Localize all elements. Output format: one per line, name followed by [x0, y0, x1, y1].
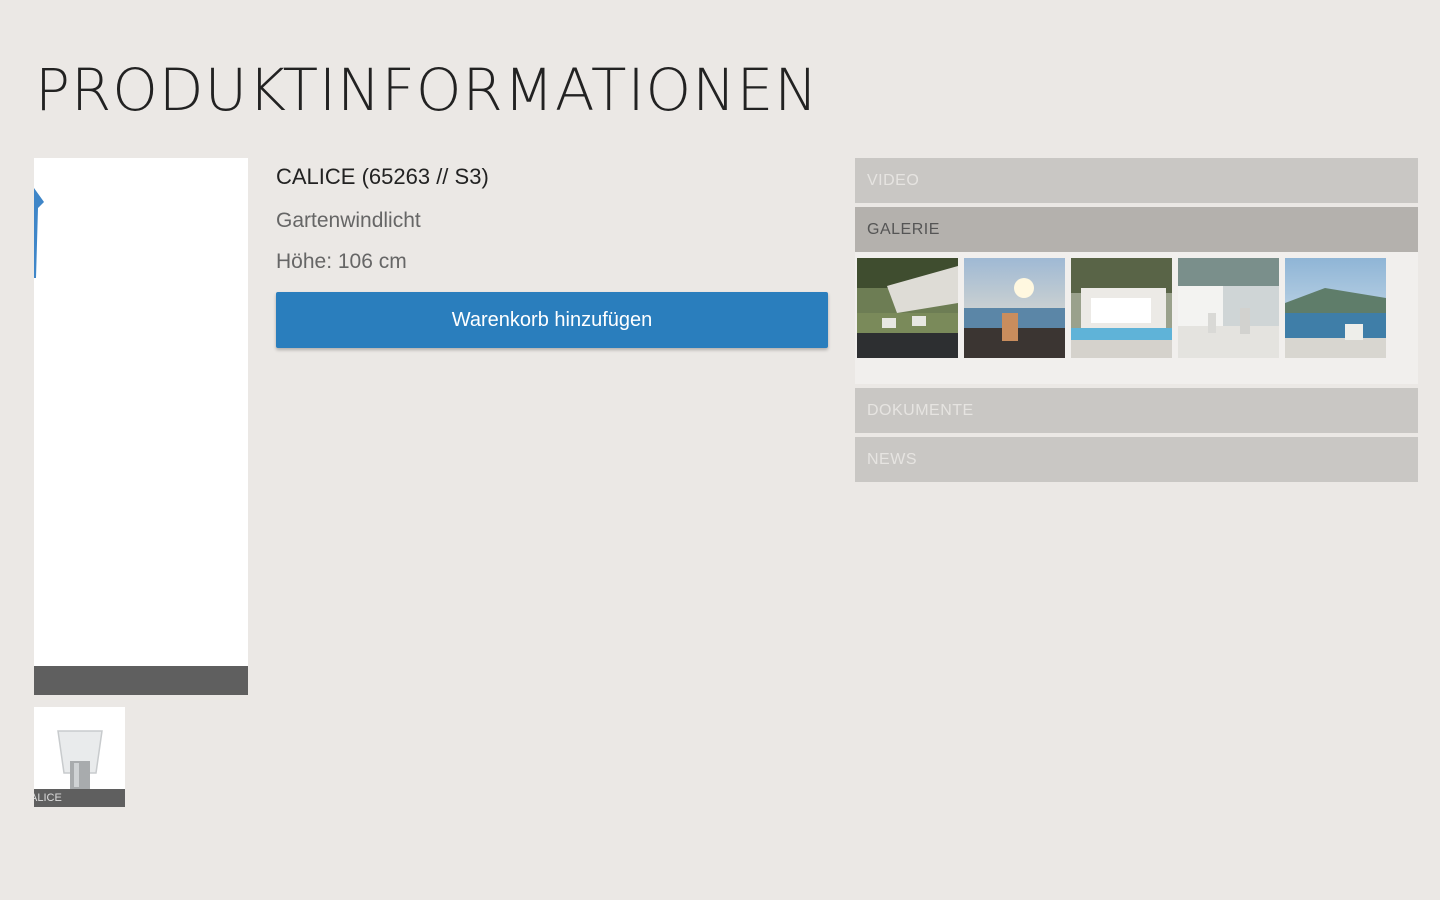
accordion-header-dokumente[interactable]: DOKUMENTE — [855, 388, 1418, 433]
accordion-header-video[interactable]: VIDEO — [855, 158, 1418, 203]
gallery-image-4[interactable] — [1178, 258, 1279, 358]
gallery-image-1-picture — [857, 258, 958, 358]
product-category: Gartenwindlicht — [276, 209, 421, 232]
windlight-icon — [57, 730, 103, 789]
product-image-edge — [34, 188, 44, 278]
gallery-image-3[interactable] — [1071, 258, 1172, 358]
gallery-image-1[interactable] — [857, 258, 958, 358]
gallery-image-2-picture — [964, 258, 1065, 358]
product-main-image[interactable] — [34, 158, 248, 695]
main-image-caption-bar — [34, 666, 248, 695]
gallery-image-5-picture — [1285, 258, 1386, 358]
accordion-header-galerie[interactable]: GALERIE — [855, 207, 1418, 252]
product-name: CALICE (65263 // S3) — [276, 164, 489, 189]
gallery-image-2[interactable] — [964, 258, 1065, 358]
gallery-image-3-picture — [1071, 258, 1172, 358]
gallery-image-4-picture — [1178, 258, 1279, 358]
product-thumbnail[interactable]: ALICE — [34, 707, 125, 807]
thumbnail-caption: ALICE — [34, 789, 125, 807]
product-info: CALICE (65263 // S3) Gartenwindlicht Höh… — [276, 162, 828, 348]
page-title: PRODUKTINFORMATIONEN — [35, 56, 819, 124]
gallery-panel — [855, 252, 1418, 384]
add-to-cart-button[interactable]: Warenkorb hinzufügen — [276, 292, 828, 348]
gallery-image-5[interactable] — [1285, 258, 1386, 358]
accordion-header-news[interactable]: NEWS — [855, 437, 1418, 482]
product-height: Höhe: 106 cm — [276, 250, 407, 273]
media-accordion: VIDEO GALERIE DOKUMENTE NEWS — [855, 158, 1418, 486]
